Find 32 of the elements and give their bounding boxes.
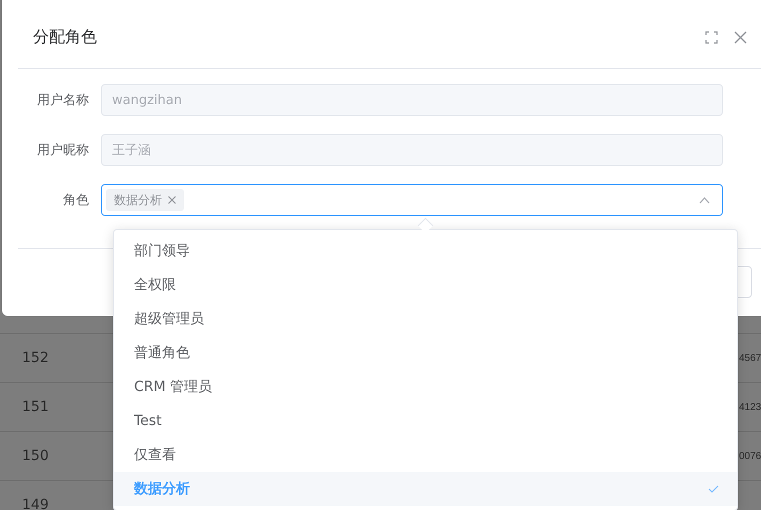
option-label: CRM 管理员 (134, 378, 212, 396)
dropdown-option[interactable]: Test (114, 404, 737, 438)
dropdown-option[interactable]: 仅查看 (114, 438, 737, 472)
table-cell: 149 (22, 497, 49, 510)
option-label: 数据分析 (134, 480, 190, 498)
field-label: 用户名称 (36, 92, 90, 109)
close-icon[interactable] (168, 196, 176, 204)
check-icon (708, 485, 719, 493)
option-label: 仅查看 (134, 446, 176, 464)
dropdown-option[interactable]: 全权限 (114, 268, 737, 302)
dropdown-option[interactable]: 普通角色 (114, 336, 737, 370)
option-label: Test (134, 413, 162, 429)
close-icon[interactable] (734, 30, 747, 44)
option-label: 普通角色 (134, 344, 190, 362)
table-cell: 150 (22, 448, 49, 464)
dialog-title: 分配角色 (33, 26, 98, 48)
caret-icon[interactable] (699, 196, 710, 204)
field-label: 角色 (62, 192, 90, 209)
table-cell: 4123 (739, 402, 761, 412)
table-cell: 152 (22, 350, 49, 366)
tag-label: 数据分析 (114, 192, 162, 208)
option-label: 部门领导 (134, 242, 190, 260)
field-label: 用户昵称 (36, 142, 90, 159)
table-cell: 4567 (739, 352, 761, 364)
fullscreen-icon[interactable] (705, 30, 718, 44)
dropdown-option[interactable]: 超级管理员 (114, 302, 737, 336)
option-label: 全权限 (134, 276, 176, 294)
option-label: 超级管理员 (134, 310, 204, 328)
table-cell: 0076 (739, 450, 761, 462)
dropdown-option[interactable]: 部门领导 (114, 234, 737, 268)
table-cell: 151 (22, 399, 49, 415)
dropdown-option[interactable]: CRM 管理员 (114, 370, 737, 404)
